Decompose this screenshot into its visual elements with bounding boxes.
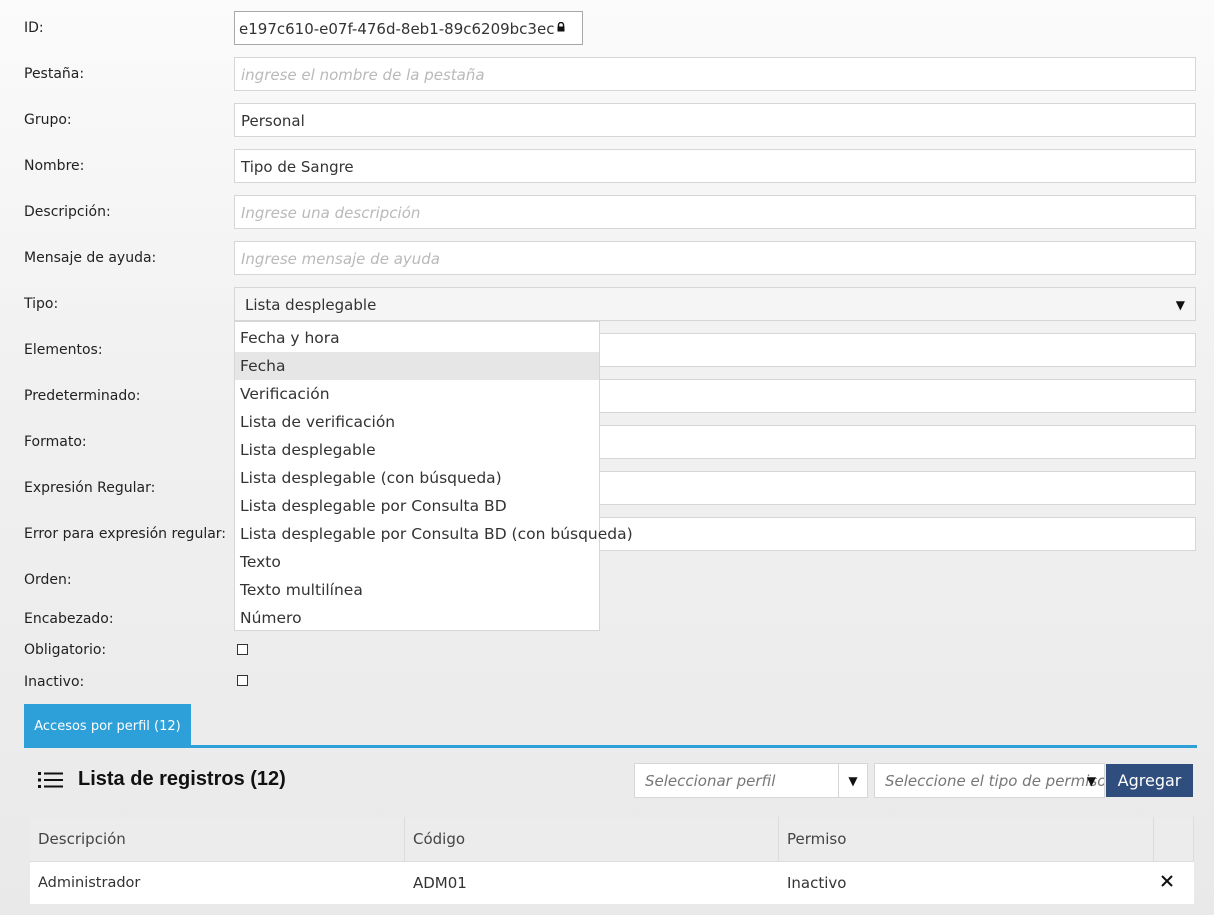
cell-permiso: Inactivo <box>787 874 847 892</box>
table-header: Descripción Código Permiso <box>30 817 1194 862</box>
elementos-label: Elementos: <box>24 342 103 358</box>
id-value: e197c610-e07f-476d-8eb1-89c6209bc3ec <box>239 20 555 38</box>
profile-select-placeholder: Seleccionar perfil <box>645 772 776 790</box>
column-header-actions <box>1154 817 1194 861</box>
caret-down-icon: ▼ <box>1086 774 1096 788</box>
predeterminado-label: Predeterminado: <box>24 388 141 404</box>
column-header-descripcion[interactable]: Descripción <box>30 817 405 861</box>
lock-icon <box>557 22 565 32</box>
profile-select[interactable]: Seleccionar perfil ▼ <box>634 763 868 798</box>
permission-select-placeholder: Seleccione el tipo de permiso <box>885 772 1105 790</box>
obligatorio-checkbox[interactable] <box>237 644 248 655</box>
permission-type-select[interactable]: Seleccione el tipo de permiso ▼ <box>874 763 1105 798</box>
add-button[interactable]: Agregar <box>1106 764 1193 797</box>
dropdown-option[interactable]: Lista desplegable por Consulta BD <box>235 492 599 520</box>
pestana-input[interactable]: ingrese el nombre de la pestaña <box>234 57 1196 91</box>
dropdown-option[interactable]: Lista de verificación <box>235 408 599 436</box>
inactivo-checkbox[interactable] <box>237 675 248 686</box>
records-title: Lista de registros (12) <box>78 768 286 790</box>
grupo-input[interactable]: Personal <box>234 103 1196 137</box>
close-icon[interactable] <box>1160 874 1174 888</box>
cell-codigo: ADM01 <box>413 874 467 892</box>
tipo-label: Tipo: <box>24 296 59 312</box>
id-field: e197c610-e07f-476d-8eb1-89c6209bc3ec <box>234 11 583 45</box>
mensaje-ayuda-input[interactable]: Ingrese mensaje de ayuda <box>234 241 1196 275</box>
tipo-select[interactable]: Lista desplegable ▼ <box>234 287 1196 321</box>
id-label: ID: <box>24 20 44 36</box>
formato-label: Formato: <box>24 434 87 450</box>
tipo-dropdown-list: Fecha y hora Fecha Verificación Lista de… <box>234 321 633 632</box>
dropdown-option[interactable]: Lista desplegable <box>235 436 599 464</box>
cell-descripcion: Administrador <box>38 875 141 891</box>
column-header-permiso[interactable]: Permiso <box>779 817 1154 861</box>
records-table: Descripción Código Permiso Administrador… <box>30 817 1194 904</box>
list-icon <box>38 772 63 788</box>
inactivo-label: Inactivo: <box>24 674 85 690</box>
caret-down-icon: ▼ <box>838 764 867 797</box>
pestana-label: Pestaña: <box>24 66 85 82</box>
tab-underline <box>24 745 1197 748</box>
caret-down-icon: ▼ <box>1175 298 1185 312</box>
tab-accesos-por-perfil[interactable]: Accesos por perfil (12) <box>24 704 191 747</box>
descripcion-input[interactable]: Ingrese una descripción <box>234 195 1196 229</box>
expresion-regular-label: Expresión Regular: <box>24 480 156 496</box>
nombre-input[interactable]: Tipo de Sangre <box>234 149 1196 183</box>
mensaje-ayuda-label: Mensaje de ayuda: <box>24 250 157 266</box>
obligatorio-label: Obligatorio: <box>24 642 107 658</box>
dropdown-option[interactable]: Verificación <box>235 380 599 408</box>
tipo-selected-value: Lista desplegable <box>245 296 377 314</box>
dropdown-option[interactable]: Lista desplegable por Consulta BD (con b… <box>235 520 633 548</box>
error-expresion-label: Error para expresión regular: <box>24 526 227 542</box>
dropdown-option[interactable]: Fecha y hora <box>235 324 599 352</box>
encabezado-label: Encabezado: <box>24 611 114 627</box>
grupo-label: Grupo: <box>24 112 72 128</box>
descripcion-label: Descripción: <box>24 204 111 220</box>
dropdown-option[interactable]: Texto <box>235 548 599 576</box>
column-header-codigo[interactable]: Código <box>405 817 779 861</box>
orden-label: Orden: <box>24 572 72 588</box>
table-row: Administrador ADM01 Inactivo <box>30 862 1194 904</box>
nombre-label: Nombre: <box>24 158 85 174</box>
dropdown-option-hovered[interactable]: Fecha <box>235 352 599 380</box>
dropdown-option[interactable]: Texto multilínea <box>235 576 599 604</box>
dropdown-option[interactable]: Número <box>235 604 599 632</box>
dropdown-option[interactable]: Lista desplegable (con búsqueda) <box>235 464 599 492</box>
